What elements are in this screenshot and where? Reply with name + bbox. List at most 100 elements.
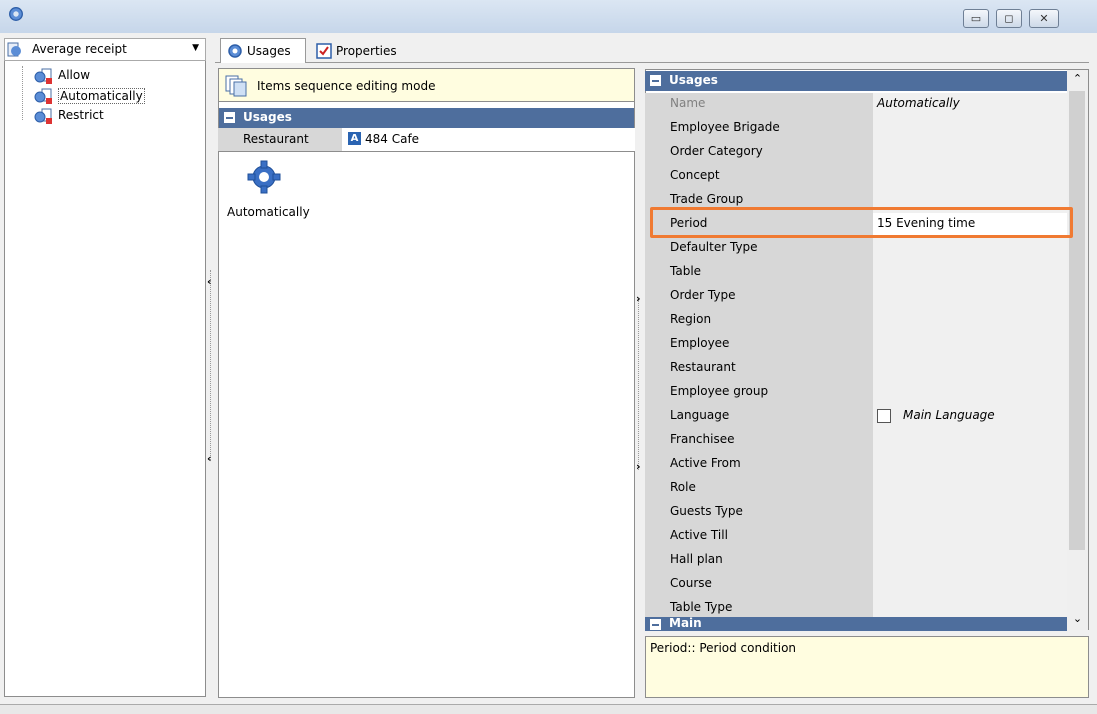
property-value[interactable]: Main Language [873, 405, 1067, 429]
group-title: Usages [669, 73, 718, 87]
title-bar [0, 0, 1097, 33]
property-row[interactable]: Employee [645, 333, 1067, 357]
scroll-up-icon[interactable]: ⌃ [1067, 72, 1088, 85]
tab-properties[interactable]: Properties [310, 38, 410, 63]
property-row[interactable]: Active Till [645, 525, 1067, 549]
language-checkbox[interactable] [877, 408, 891, 423]
property-row[interactable]: Defaulter Type [645, 237, 1067, 261]
collapse-icon[interactable] [650, 619, 661, 630]
scroll-down-icon[interactable]: ⌄ [1067, 612, 1088, 625]
usages-group-header[interactable]: Usages [219, 108, 634, 128]
attribute-badge: A [348, 132, 361, 145]
property-value[interactable] [873, 261, 1067, 285]
property-key: Active Till [645, 525, 873, 549]
receipt-type-combo[interactable]: Average receipt ▼ [4, 38, 206, 61]
property-key: Employee group [645, 381, 873, 405]
property-row[interactable]: Name Automatically [645, 93, 1067, 117]
property-key: Table [645, 261, 873, 285]
property-row[interactable]: Active From [645, 453, 1067, 477]
maximize-button[interactable]: ◻ [996, 9, 1022, 28]
gear-icon [9, 7, 23, 21]
property-value[interactable] [873, 573, 1067, 597]
property-row[interactable]: Table [645, 261, 1067, 285]
property-value[interactable] [873, 285, 1067, 309]
property-value[interactable] [873, 357, 1067, 381]
copy-pages-icon [225, 75, 247, 97]
property-row[interactable]: Course [645, 573, 1067, 597]
property-value[interactable] [873, 477, 1067, 501]
sequence-mode-button[interactable]: Items sequence editing mode [218, 68, 635, 102]
property-value[interactable] [873, 381, 1067, 405]
tree-item-label: Restrict [58, 108, 104, 122]
property-value[interactable] [873, 501, 1067, 525]
property-key: Course [645, 573, 873, 597]
row-value: A 484 Cafe [342, 128, 635, 151]
scrollbar-thumb[interactable] [1069, 91, 1085, 550]
collapse-left-icon[interactable]: ‹ [207, 452, 212, 465]
left-panel [4, 38, 206, 697]
property-value[interactable] [873, 525, 1067, 549]
combo-value: Average receipt [32, 42, 127, 56]
property-value[interactable]: Automatically [873, 93, 1067, 117]
collapse-icon[interactable] [224, 112, 235, 123]
property-row[interactable]: Employee Brigade [645, 117, 1067, 141]
usage-automatic-icon [34, 88, 52, 104]
main-group-header[interactable]: Main [645, 617, 1067, 631]
property-value[interactable] [873, 309, 1067, 333]
tab-label: Usages [247, 44, 291, 58]
property-key: Region [645, 309, 873, 333]
property-value[interactable] [873, 141, 1067, 165]
property-key: Hall plan [645, 549, 873, 573]
property-key: Employee [645, 333, 873, 357]
tab-usages[interactable]: Usages [220, 38, 306, 63]
right-splitter[interactable] [638, 300, 644, 470]
group-title: Main [669, 617, 702, 630]
collapse-icon[interactable] [650, 75, 661, 86]
property-row[interactable]: Franchisee [645, 429, 1067, 453]
property-value[interactable] [873, 237, 1067, 261]
usage-icon [7, 42, 21, 57]
restaurant-value: 484 Cafe [365, 132, 420, 146]
property-description: Period:: Period condition [645, 636, 1089, 698]
property-key: Guests Type [645, 501, 873, 525]
property-row[interactable]: Order Category [645, 141, 1067, 165]
property-key: Order Category [645, 141, 873, 165]
sequence-mode-label: Items sequence editing mode [257, 79, 436, 93]
properties-icon [316, 42, 332, 59]
collapse-left-icon[interactable]: ‹ [207, 275, 212, 288]
expand-right-icon[interactable]: › [636, 460, 641, 473]
status-bar [0, 704, 1097, 714]
property-key: Language [645, 405, 873, 429]
property-value[interactable] [873, 453, 1067, 477]
property-row[interactable]: Employee group [645, 381, 1067, 405]
property-value[interactable] [873, 333, 1067, 357]
property-row[interactable]: Region [645, 309, 1067, 333]
chevron-down-icon[interactable]: ▼ [192, 43, 199, 53]
property-row[interactable]: Order Type [645, 285, 1067, 309]
property-row[interactable]: Concept [645, 165, 1067, 189]
usages-group-header[interactable]: Usages [645, 71, 1067, 91]
property-row[interactable]: Guests Type [645, 501, 1067, 525]
property-key: Restaurant [645, 357, 873, 381]
tree-item-label: Allow [58, 68, 91, 82]
close-button[interactable]: ✕ [1029, 9, 1059, 28]
property-row[interactable]: Hall plan [645, 549, 1067, 573]
restaurant-row[interactable]: Restaurant A 484 Cafe [218, 128, 635, 152]
gear-icon [228, 44, 242, 58]
highlight-box [650, 207, 1073, 238]
left-splitter[interactable] [210, 270, 216, 460]
property-value[interactable] [873, 429, 1067, 453]
usage-item-label[interactable]: Automatically [227, 205, 310, 219]
property-row[interactable]: Restaurant [645, 357, 1067, 381]
expand-right-icon[interactable]: › [636, 292, 641, 305]
gear-icon[interactable] [247, 160, 281, 194]
property-key: Name [645, 93, 873, 117]
property-value[interactable] [873, 549, 1067, 573]
minimize-button[interactable]: ▭ [963, 9, 989, 28]
property-value[interactable] [873, 117, 1067, 141]
property-row[interactable]: Role [645, 477, 1067, 501]
property-value[interactable] [873, 165, 1067, 189]
property-key: Franchisee [645, 429, 873, 453]
property-row[interactable]: Language Main Language [645, 405, 1067, 429]
tree-connector [22, 66, 23, 120]
